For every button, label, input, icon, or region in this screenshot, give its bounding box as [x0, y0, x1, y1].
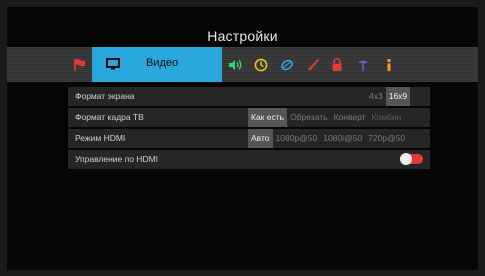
tab-parental-lock[interactable]	[327, 47, 347, 82]
option-1080i50[interactable]: 1080i@50	[320, 129, 365, 148]
tab-video-label: Видео	[146, 57, 179, 69]
brush-icon	[306, 58, 320, 72]
flag-icon	[73, 58, 87, 72]
option-720p50[interactable]: 720p@50	[365, 129, 408, 148]
setting-tv-frame-format[interactable]: Формат кадра ТВ Как есть Обрезать Конвер…	[68, 108, 430, 127]
tab-appearance[interactable]	[303, 47, 323, 82]
video-settings-panel: Формат экрана 4x3 16x9 Формат кадра ТВ К…	[68, 87, 430, 171]
setting-hdmi-control[interactable]: Управление по HDMI	[68, 150, 430, 169]
tab-time[interactable]	[251, 47, 271, 82]
option-16x9[interactable]: 16x9	[385, 87, 411, 106]
option-as-is[interactable]: Как есть	[248, 108, 288, 127]
setting-screen-format[interactable]: Формат экрана 4x3 16x9	[68, 87, 430, 106]
option-4x3[interactable]: 4x3	[366, 87, 386, 106]
network-icon	[357, 58, 369, 72]
toggle-knob	[400, 153, 412, 165]
setting-label: Формат кадра ТВ	[75, 112, 144, 122]
page-title: Настройки	[207, 28, 278, 44]
hdmi-control-toggle[interactable]	[400, 153, 423, 165]
tab-video[interactable]: Видео	[92, 47, 222, 82]
lock-icon	[331, 57, 343, 72]
settings-screen: Настройки Видео Формат экрана 4x3 16x9 Ф…	[7, 7, 478, 270]
tab-flag[interactable]	[69, 47, 91, 82]
option-1080p50[interactable]: 1080p@50	[273, 129, 321, 148]
info-icon	[385, 58, 393, 72]
setting-label: Управление по HDMI	[75, 154, 159, 164]
hdmi-mode-options: Авто 1080p@50 1080i@50 720p@50	[248, 129, 418, 148]
clock-icon	[254, 58, 268, 72]
option-combined[interactable]: Комбин	[369, 108, 405, 127]
tv-icon	[106, 58, 120, 70]
setting-label: Режим HDMI	[75, 133, 126, 143]
globe-icon	[280, 58, 294, 72]
option-letterbox[interactable]: Конверт	[331, 108, 369, 127]
option-crop[interactable]: Обрезать	[287, 108, 331, 127]
setting-hdmi-mode[interactable]: Режим HDMI Авто 1080p@50 1080i@50 720p@5…	[68, 129, 430, 148]
tab-info[interactable]	[379, 47, 399, 82]
settings-tab-bar: Видео	[7, 47, 478, 82]
sound-icon	[228, 59, 244, 71]
tv-frame-format-options: Как есть Обрезать Конверт Комбин	[248, 108, 418, 127]
tab-sound[interactable]	[226, 47, 246, 82]
tab-network[interactable]	[353, 47, 373, 82]
option-auto[interactable]: Авто	[248, 129, 273, 148]
tab-language[interactable]	[277, 47, 297, 82]
setting-label: Формат экрана	[75, 91, 135, 101]
screen-format-options: 4x3 16x9	[366, 87, 411, 106]
